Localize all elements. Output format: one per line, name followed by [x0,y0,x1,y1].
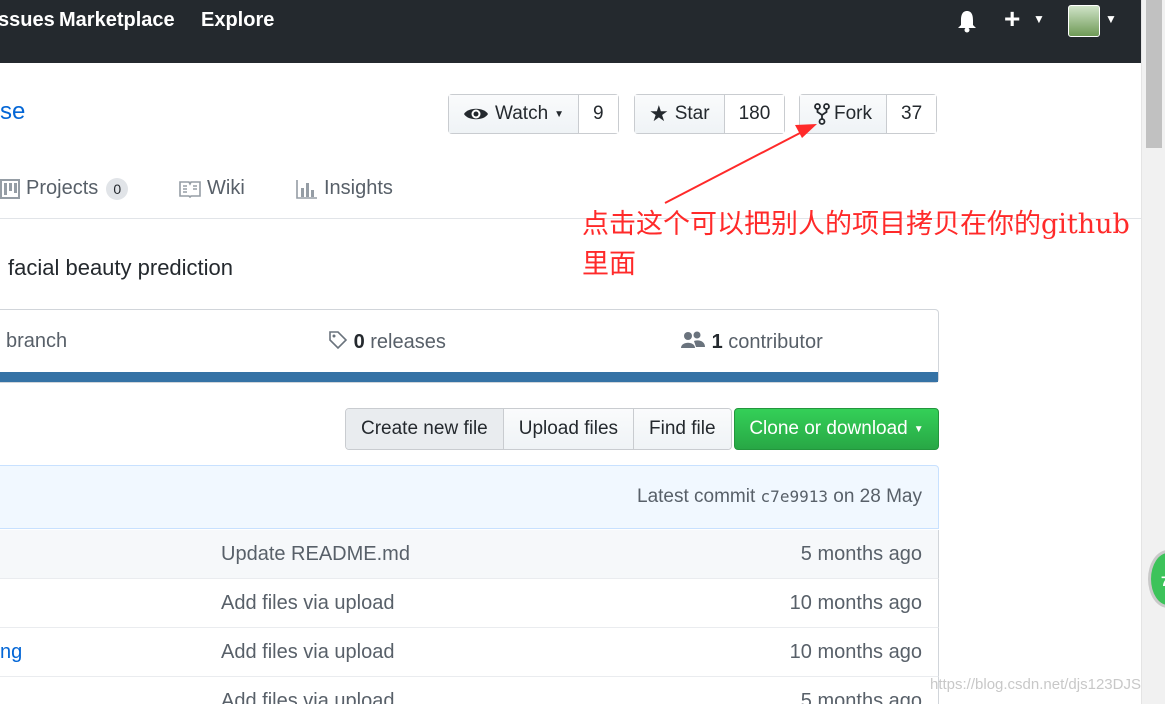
annotation-text: 点击这个可以把别人的项目拷贝在你的github里面 [582,209,1130,280]
watermark: https://blog.csdn.net/djs123DJS [930,676,1141,693]
annotation-arrow [664,124,817,204]
